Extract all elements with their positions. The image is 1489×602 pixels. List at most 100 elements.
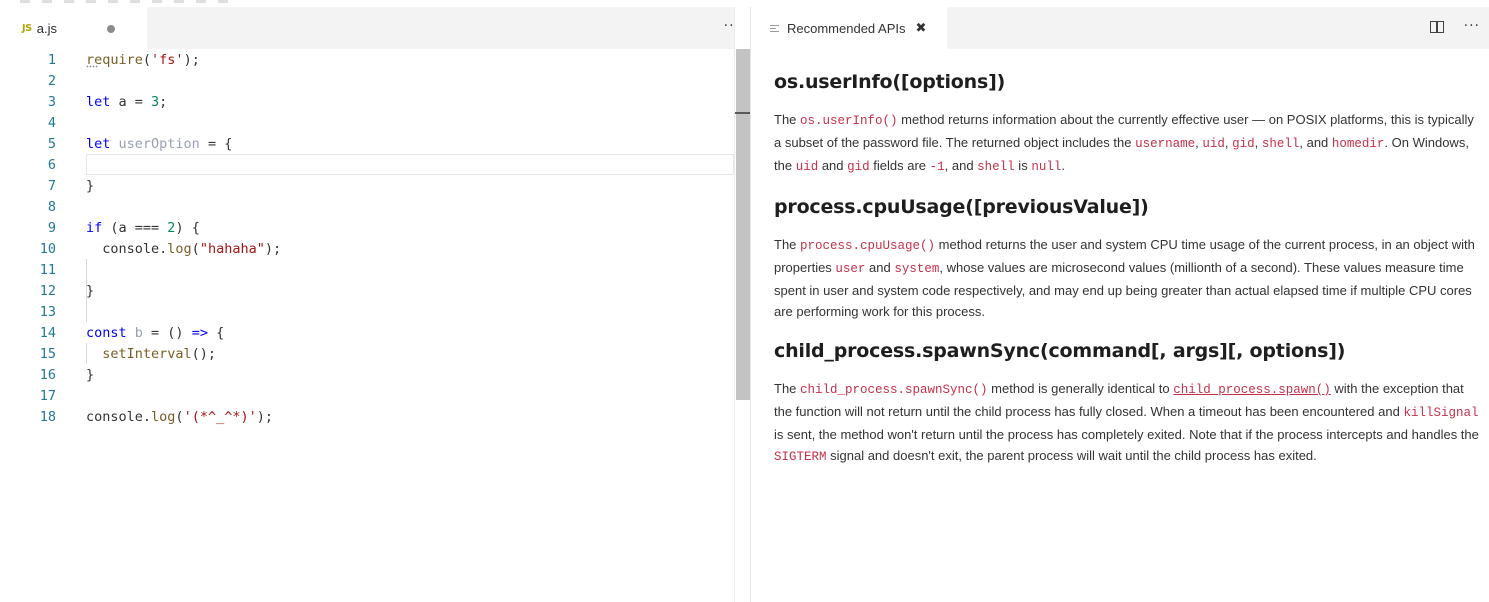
code-token: b: [134, 324, 143, 341]
inline-code: null: [1031, 160, 1062, 174]
inline-code: -1: [929, 160, 945, 174]
code-token: console.: [86, 240, 168, 257]
api-title: process.cpuUsage([previousValue]): [774, 196, 1149, 218]
code-token: {: [207, 324, 225, 341]
editor-pane: JS a.js ··· 1 require('fs'); 2 3 let a = 3; 4…: [0, 7, 751, 602]
code-line[interactable]: 7}: [0, 175, 734, 196]
suggestion-dots-icon[interactable]: [86, 65, 98, 68]
tab-recommended-apis[interactable]: Recommended APIs ✖: [751, 7, 947, 49]
code-token: ) {: [175, 219, 200, 236]
current-line-highlight: [86, 154, 734, 175]
api-section: child_process.spawnSync(command[, args][…: [774, 338, 1479, 468]
editor-vertical-scrollbar[interactable]: [734, 7, 751, 602]
code-line[interactable]: 11: [0, 259, 734, 280]
code-editor[interactable]: 1 require('fs'); 2 3 let a = 3; 4 5 let userOpt…: [0, 49, 734, 602]
code-text: let userOption = {: [86, 136, 232, 152]
code-line[interactable]: 12}: [0, 280, 734, 301]
code-line[interactable]: 6: [0, 154, 734, 175]
code-token: );: [264, 240, 282, 257]
code-line[interactable]: 17: [0, 385, 734, 406]
top-strip: [0, 0, 1489, 7]
api-title: child_process.spawnSync(command[, args][…: [774, 340, 1346, 362]
code-token: }: [86, 366, 95, 383]
scrollbar-thumb[interactable]: [736, 49, 750, 400]
api-description: The child_process.spawnSync() method is …: [774, 378, 1479, 468]
line-number: 6: [47, 156, 56, 173]
line-number: 5: [47, 135, 56, 152]
code-line[interactable]: 3 let a = 3;: [0, 91, 734, 112]
code-line[interactable]: 2: [0, 70, 734, 91]
inline-code: system: [894, 262, 940, 276]
code-line[interactable]: 8: [0, 196, 734, 217]
close-icon[interactable]: ✖: [916, 21, 927, 36]
line-number: 10: [39, 240, 56, 257]
api-link[interactable]: child_process.spawn(): [1173, 383, 1331, 397]
code-token: userOption: [118, 135, 200, 152]
editor-tab-a-js[interactable]: JS a.js: [0, 7, 147, 49]
code-line[interactable]: 10 console.log("hahaha");: [0, 238, 734, 259]
code-token: log: [167, 240, 192, 257]
line-number: 14: [39, 324, 56, 341]
code-line[interactable]: 5 let userOption = {: [0, 133, 734, 154]
inline-code: child_process.spawnSync(): [800, 383, 988, 397]
description-text: , and: [1299, 135, 1332, 150]
code-token: }: [86, 177, 95, 194]
code-text: require('fs');: [86, 52, 200, 68]
inline-code: gid: [847, 160, 870, 174]
more-actions-icon[interactable]: ···: [1464, 18, 1480, 34]
code-line[interactable]: 14 const b = () => {: [0, 322, 734, 343]
line-number: 11: [39, 261, 56, 278]
panel-tab-label: Recommended APIs: [787, 20, 906, 36]
code-line[interactable]: 1 require('fs');: [0, 49, 734, 70]
top-strip-marks: [20, 0, 230, 3]
description-text: is sent, the method won't return until t…: [774, 427, 1479, 442]
editor-tab-bar: JS a.js ···: [0, 7, 750, 49]
code-token: (: [142, 51, 152, 68]
line-number: 17: [39, 387, 56, 404]
api-description: The process.cpuUsage() method returns th…: [774, 234, 1479, 322]
code-text: const b = () => {: [86, 325, 224, 341]
code-token: ;: [159, 93, 168, 110]
code-token: let: [86, 135, 111, 152]
code-token: 3: [151, 93, 160, 110]
code-token: setInterval: [102, 345, 192, 362]
editor-tab-label: a.js: [36, 20, 58, 36]
inline-code: homedir: [1331, 137, 1385, 151]
line-number: 13: [39, 303, 56, 320]
code-token: = (): [142, 324, 192, 341]
code-token: (: [191, 240, 200, 257]
code-line[interactable]: 18 console.log('(*^_^*)');: [0, 406, 734, 427]
panel-tab-bar: Recommended APIs ✖ ···: [751, 7, 1489, 49]
code-token: (a ===: [102, 219, 168, 236]
scrollbar-cursor-marker: [735, 112, 751, 114]
split-editor-icon[interactable]: [1430, 21, 1444, 33]
api-title: os.userInfo([options]): [774, 71, 1006, 93]
code-token: 'fs': [151, 51, 184, 68]
code-line[interactable]: 13: [0, 301, 734, 322]
code-token: const: [86, 324, 127, 341]
code-text: }: [86, 367, 94, 383]
description-text: is: [1014, 158, 1032, 173]
code-token: }: [86, 282, 95, 299]
line-number: 9: [47, 219, 56, 236]
code-text: console.log('(*^_^*)');: [86, 409, 273, 425]
code-token: ();: [191, 345, 217, 362]
code-text: console.log("hahaha");: [86, 241, 281, 257]
inline-code: uid: [795, 160, 819, 174]
code-text: let a = 3;: [86, 94, 167, 110]
description-text: ,: [1254, 135, 1262, 150]
code-line[interactable]: 16}: [0, 364, 734, 385]
code-text: }: [86, 178, 94, 194]
code-line[interactable]: 15 setInterval();: [0, 343, 734, 364]
unsaved-dot-icon[interactable]: [107, 25, 115, 33]
code-token: );: [256, 408, 273, 425]
code-token: "hahaha": [199, 240, 265, 257]
line-number: 4: [47, 114, 56, 131]
description-text: The: [774, 112, 801, 127]
description-text: method is generally identical to: [987, 381, 1174, 396]
code-token: if: [86, 219, 103, 236]
line-number: 8: [47, 198, 56, 215]
code-line[interactable]: 9 if (a === 2) {: [0, 217, 734, 238]
code-line[interactable]: 4: [0, 112, 734, 133]
